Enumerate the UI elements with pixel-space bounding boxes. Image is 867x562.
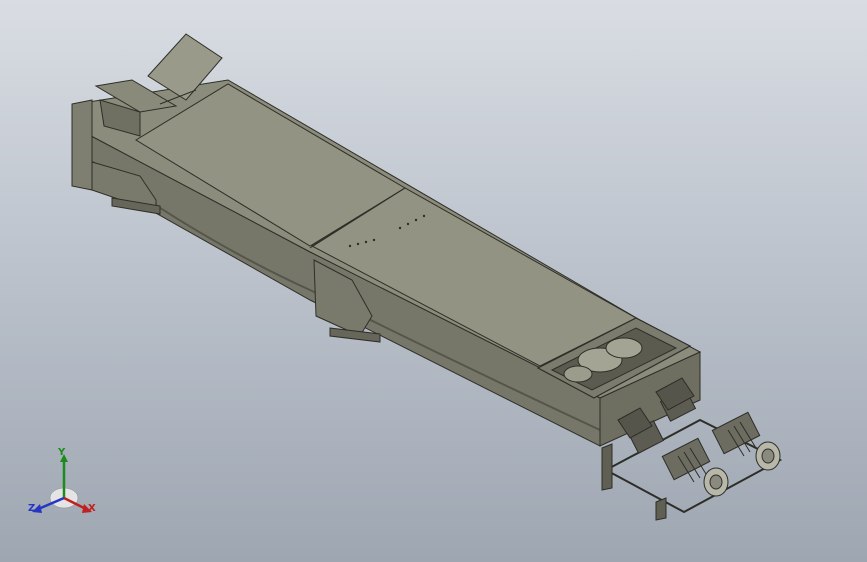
triad-y-label: Y bbox=[58, 447, 66, 458]
trough-end-plate-left[interactable] bbox=[71, 99, 93, 191]
drive-base-leg-right bbox=[655, 497, 667, 521]
triad-graphic bbox=[32, 454, 92, 513]
screw-flight-2 bbox=[605, 337, 643, 359]
triad-z-label: Z bbox=[28, 503, 36, 514]
graphics-viewport[interactable]: Y X Z bbox=[0, 0, 867, 562]
screw-conveyor-model[interactable] bbox=[0, 0, 867, 562]
coordinate-triad[interactable]: Y X Z bbox=[22, 446, 106, 526]
triad-x-label: X bbox=[88, 503, 96, 514]
screw-flight-3 bbox=[563, 365, 593, 383]
drive-base-leg-left bbox=[601, 443, 613, 491]
